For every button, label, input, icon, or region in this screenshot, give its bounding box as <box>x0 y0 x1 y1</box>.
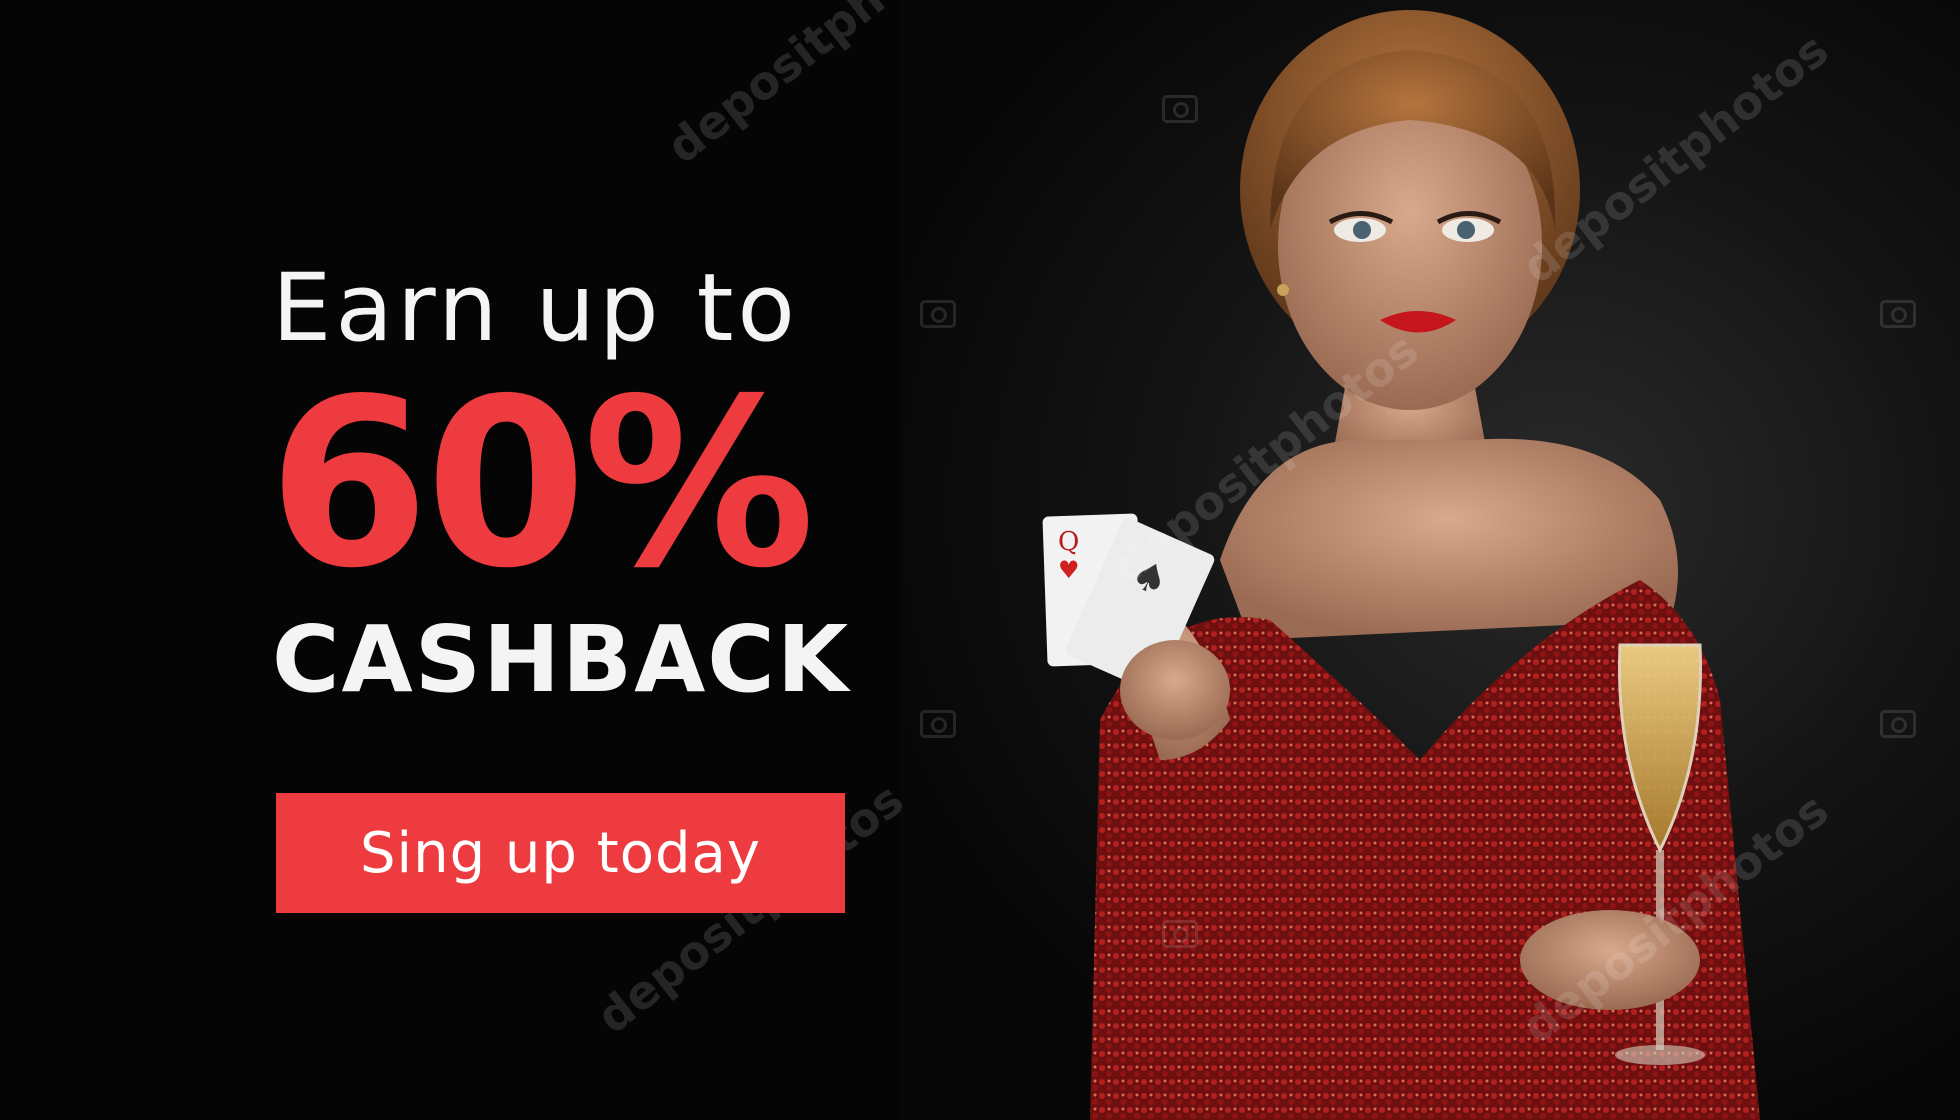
hand-with-glass <box>1520 910 1700 1010</box>
hand-with-cards <box>1120 640 1230 740</box>
svg-text:♥: ♥ <box>1058 556 1080 584</box>
signup-button[interactable]: Sing up today <box>276 793 845 913</box>
svg-text:Q: Q <box>1058 527 1079 557</box>
headline-cashback: CASHBACK <box>272 606 851 713</box>
woman-with-cards-photo: Q ♥ ♠ <box>1042 10 1760 1120</box>
promo-banner: Q ♥ ♠ depositphotos depositphotos deposi… <box>0 0 1960 1120</box>
headline-earn-up-to: Earn up to <box>272 254 799 363</box>
earring <box>1277 284 1289 296</box>
headline-percentage: 60% <box>268 349 815 619</box>
